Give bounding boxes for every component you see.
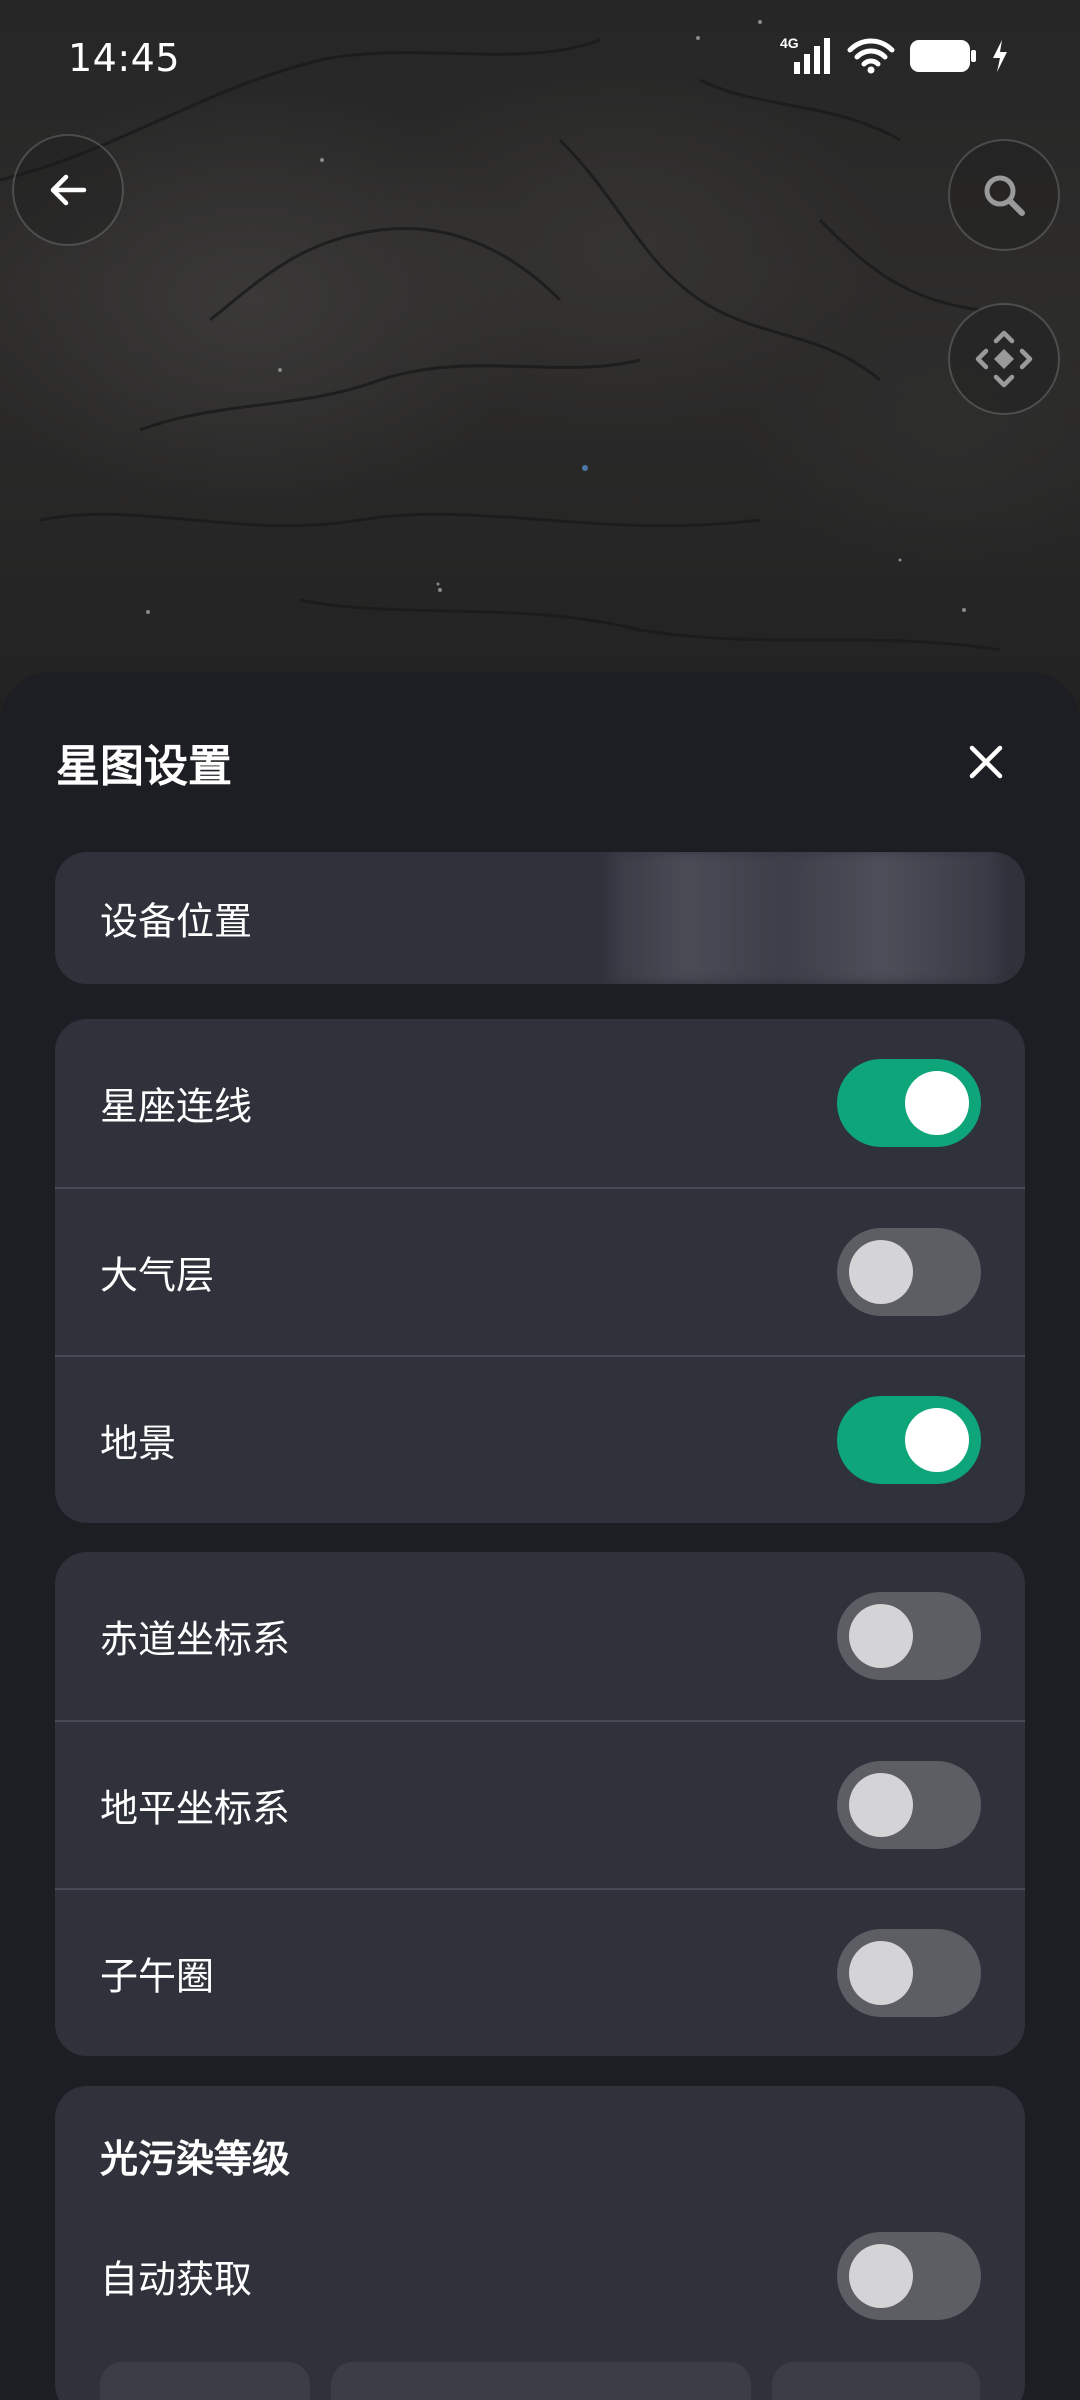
search-button[interactable] <box>948 139 1060 251</box>
search-icon <box>984 175 1025 216</box>
sheet-title: 星图设置 <box>56 741 232 792</box>
meridian-row[interactable]: 子午圈 <box>55 1888 1025 2056</box>
light-level-option[interactable] <box>772 2362 980 2400</box>
status-bar: 14:45 4G <box>0 0 1080 120</box>
constellation-lines-label: 星座连线 <box>100 1084 253 1129</box>
display-settings-card: 星座连线 大气层 地景 <box>55 1019 1025 1523</box>
toggle-knob <box>905 1071 969 1135</box>
constellation-lines-row[interactable]: 星座连线 <box>55 1019 1025 1187</box>
toggle-knob <box>849 1941 913 2005</box>
landscape-toggle[interactable] <box>837 1396 981 1484</box>
arrow-left-icon <box>50 174 87 206</box>
device-location-card[interactable]: 设备位置 <box>55 852 1025 984</box>
toggle-knob <box>849 1240 913 1304</box>
light-level-selector <box>100 2362 980 2400</box>
horizontal-grid-label: 地平坐标系 <box>100 1786 291 1831</box>
status-time: 14:45 <box>68 36 181 80</box>
close-icon <box>969 745 1003 779</box>
wifi-icon <box>846 36 896 80</box>
toggle-knob <box>849 1604 913 1668</box>
equatorial-grid-row[interactable]: 赤道坐标系 <box>55 1552 1025 1720</box>
horizontal-grid-toggle[interactable] <box>837 1761 981 1849</box>
back-button[interactable] <box>12 134 124 246</box>
light-pollution-card: 光污染等级 自动获取 <box>55 2086 1025 2400</box>
svg-text:4G: 4G <box>780 36 799 51</box>
equatorial-grid-label: 赤道坐标系 <box>100 1617 291 1662</box>
auto-detect-toggle[interactable] <box>837 2232 981 2320</box>
landscape-row[interactable]: 地景 <box>55 1355 1025 1523</box>
auto-detect-row[interactable]: 自动获取 <box>55 2216 1025 2336</box>
light-level-option[interactable] <box>331 2362 751 2400</box>
battery-icon <box>908 36 978 80</box>
landscape-label: 地景 <box>100 1421 177 1466</box>
device-location-value <box>609 852 999 984</box>
light-pollution-title: 光污染等级 <box>100 2137 291 2181</box>
light-level-option[interactable] <box>100 2362 310 2400</box>
horizontal-grid-row[interactable]: 地平坐标系 <box>55 1720 1025 1888</box>
close-button[interactable] <box>956 732 1016 792</box>
status-icons: 4G <box>780 35 1010 80</box>
device-location-label: 设备位置 <box>100 899 253 944</box>
toggle-knob <box>849 2244 913 2308</box>
toggle-knob <box>849 1773 913 1837</box>
star-map-settings-screen: 14:45 4G 星图设置 设备位置 星座连线 大气层 地景 赤道坐标系 地平坐… <box>0 0 1080 2400</box>
toggle-knob <box>905 1408 969 1472</box>
locate-button[interactable] <box>948 303 1060 415</box>
device-location-row[interactable]: 设备位置 <box>55 852 1025 984</box>
equatorial-grid-toggle[interactable] <box>837 1592 981 1680</box>
atmosphere-toggle[interactable] <box>837 1228 981 1316</box>
locate-icon <box>975 330 1033 388</box>
constellation-lines-toggle[interactable] <box>837 1059 981 1147</box>
signal-icon: 4G <box>780 35 834 80</box>
meridian-label: 子午圈 <box>100 1954 215 1999</box>
coordinate-settings-card: 赤道坐标系 地平坐标系 子午圈 <box>55 1552 1025 2056</box>
charging-icon <box>990 36 1010 80</box>
atmosphere-row[interactable]: 大气层 <box>55 1187 1025 1355</box>
atmosphere-label: 大气层 <box>100 1253 215 1298</box>
meridian-toggle[interactable] <box>837 1929 981 2017</box>
auto-detect-label: 自动获取 <box>100 2257 253 2302</box>
